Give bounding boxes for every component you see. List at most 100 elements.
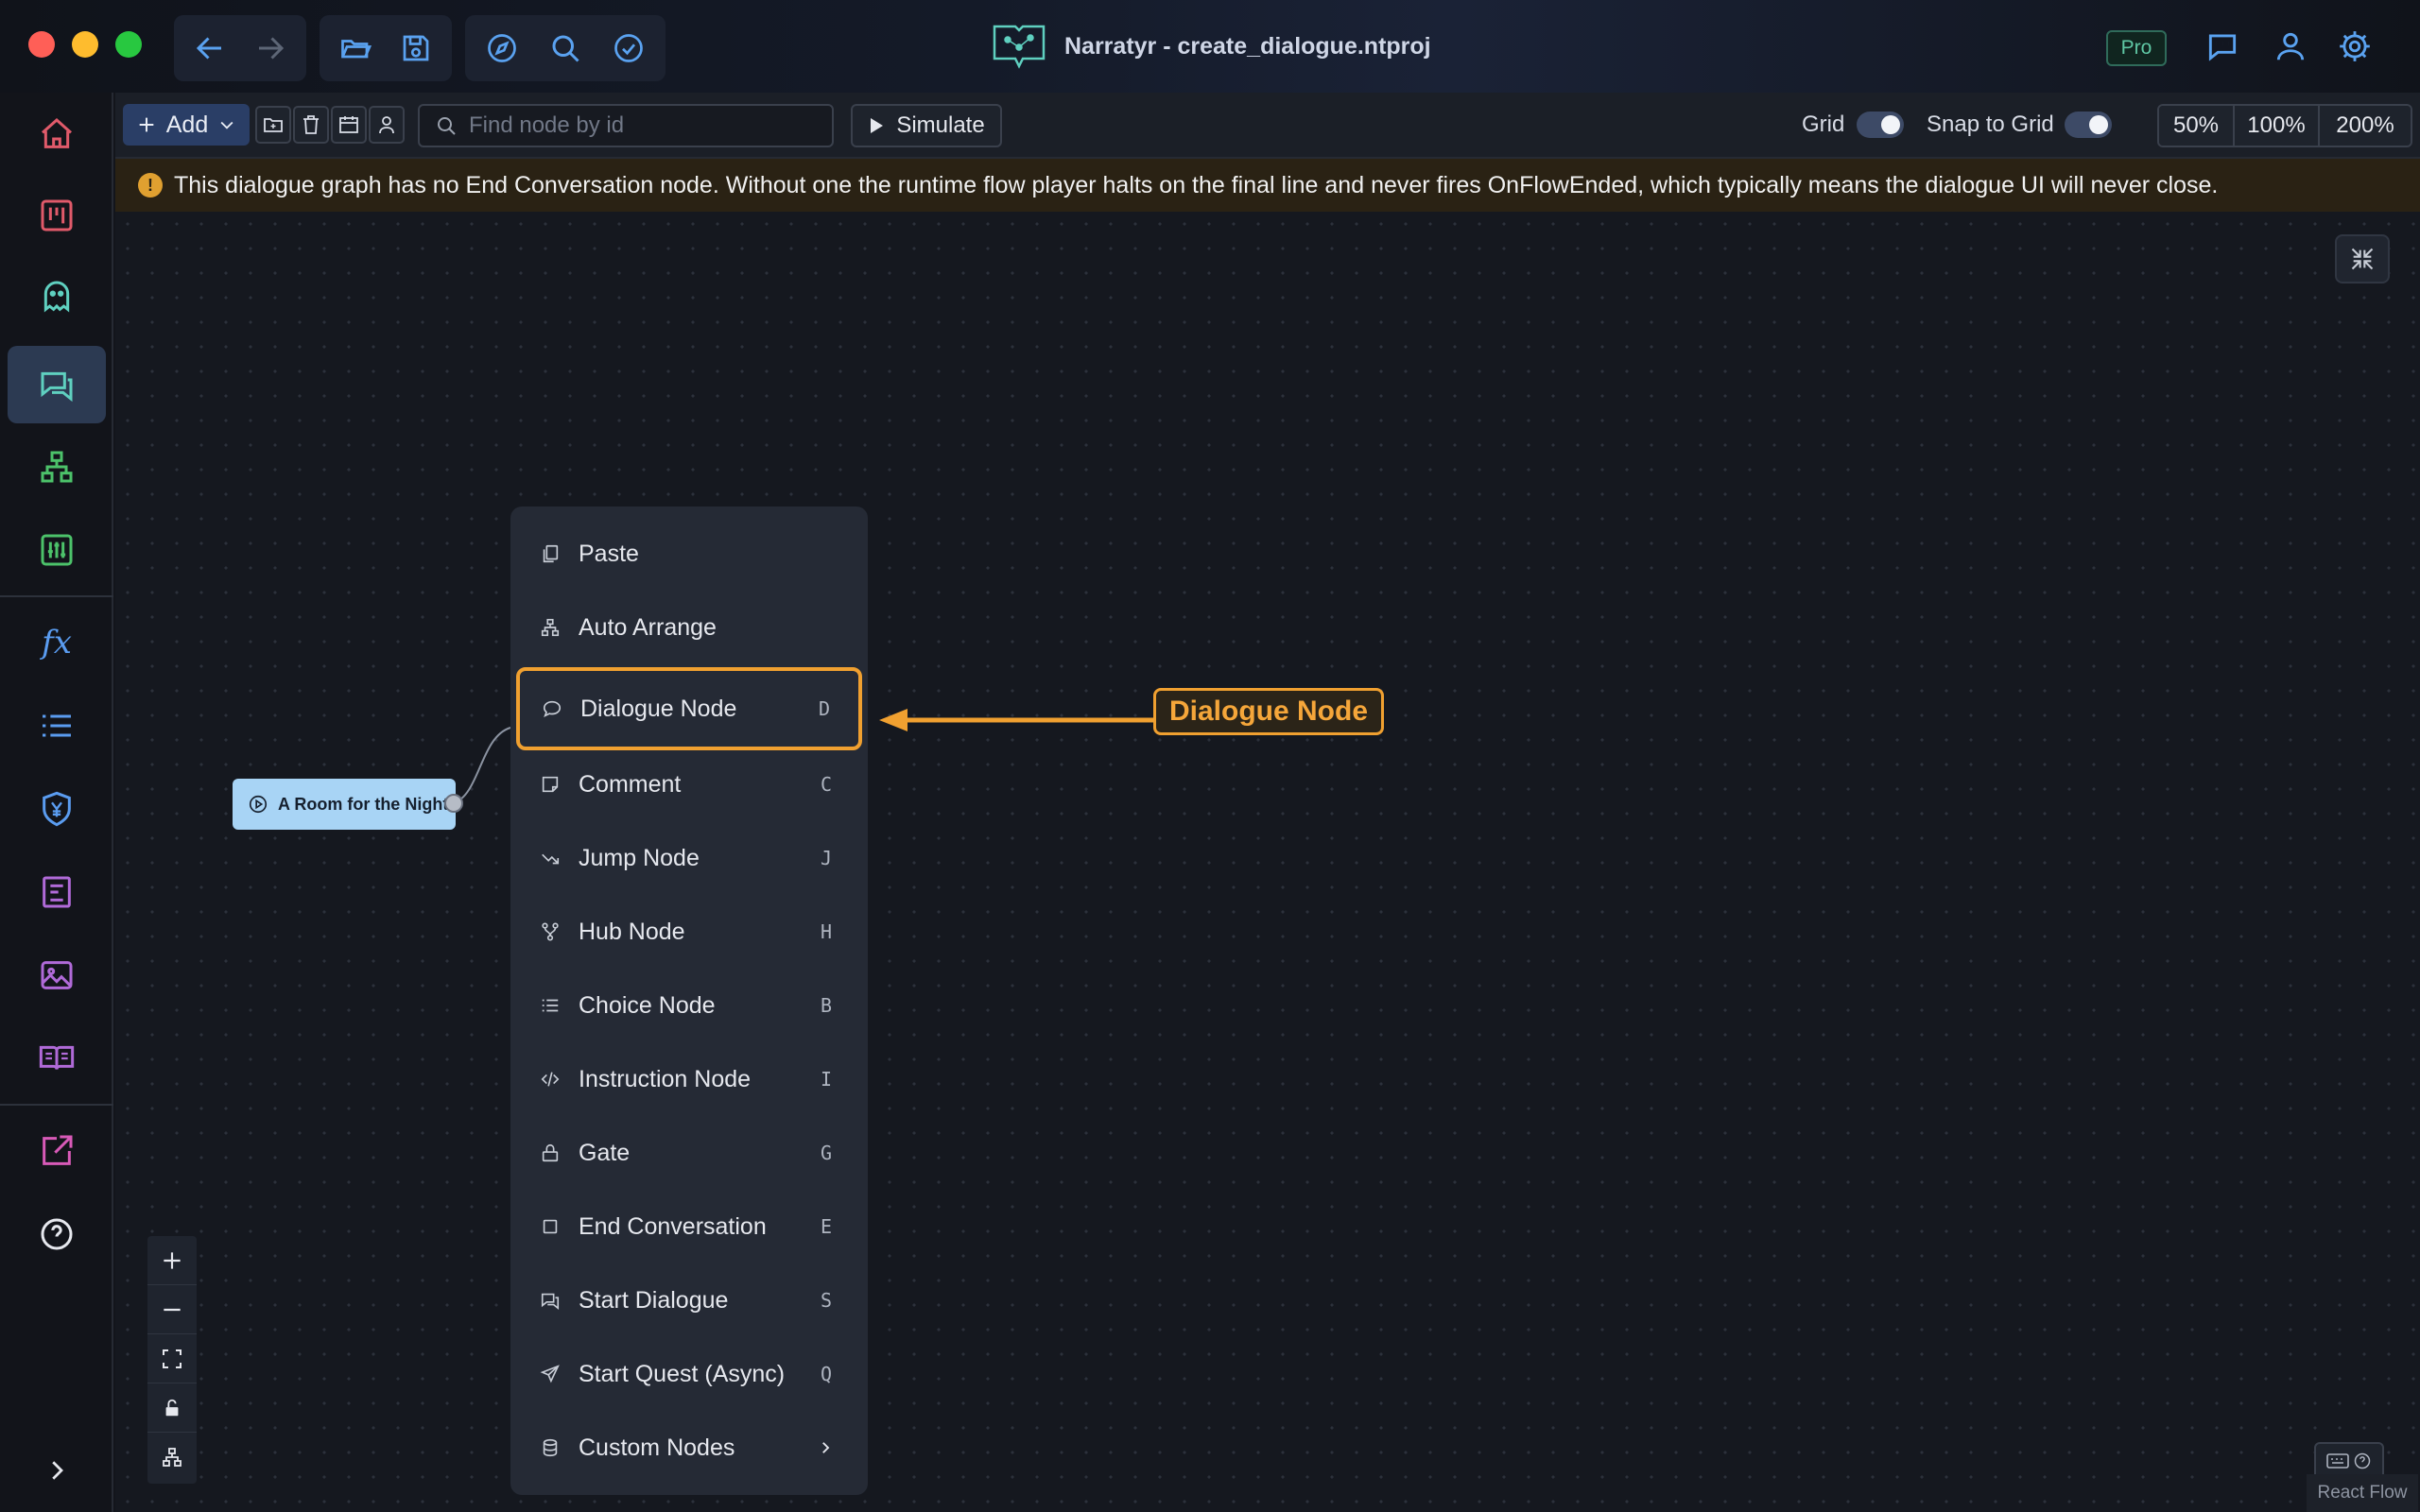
menu-item-start-quest[interactable]: Start Quest (Async) Q bbox=[518, 1340, 860, 1408]
rail-export[interactable] bbox=[8, 1113, 106, 1189]
menu-item-shortcut: B bbox=[820, 994, 832, 1017]
rail-docs[interactable] bbox=[8, 1021, 106, 1096]
menu-item-start-dialogue[interactable]: Start Dialogue S bbox=[518, 1266, 860, 1334]
speech-bubble-icon bbox=[541, 697, 563, 720]
app-title: Narratyr - create_dialogue.ntproj bbox=[991, 21, 1431, 72]
add-button[interactable]: Add bbox=[123, 104, 250, 146]
forward-button[interactable] bbox=[240, 15, 301, 81]
speaker-button[interactable] bbox=[369, 106, 405, 144]
react-flow-attribution[interactable]: React Flow bbox=[2307, 1474, 2418, 1512]
terminal-card-icon bbox=[38, 873, 76, 911]
hub-icon bbox=[539, 920, 562, 943]
menu-item-label: End Conversation bbox=[579, 1212, 767, 1240]
send-icon bbox=[539, 1363, 562, 1385]
settings-button[interactable] bbox=[2333, 25, 2377, 68]
menu-item-instruction-node[interactable]: Instruction Node I bbox=[518, 1045, 860, 1113]
warning-icon: ! bbox=[138, 173, 163, 198]
play-icon bbox=[868, 116, 885, 135]
menu-item-shortcut: J bbox=[820, 847, 832, 869]
open-button[interactable] bbox=[325, 15, 386, 81]
list-icon bbox=[38, 707, 76, 745]
menu-item-jump-node[interactable]: Jump Node J bbox=[518, 824, 860, 892]
menu-item-label: Custom Nodes bbox=[579, 1434, 735, 1461]
menu-item-comment[interactable]: Comment C bbox=[518, 750, 860, 818]
menu-item-choice-node[interactable]: Choice Node B bbox=[518, 971, 860, 1040]
node-search-field[interactable] bbox=[418, 104, 834, 147]
menu-item-label: Auto Arrange bbox=[579, 613, 717, 641]
menu-item-dialogue-node[interactable]: Dialogue Node D bbox=[516, 667, 862, 750]
calendar-button[interactable] bbox=[331, 106, 367, 144]
title-bar: Narratyr - create_dialogue.ntproj Pro bbox=[0, 0, 2420, 93]
person-icon bbox=[375, 113, 398, 136]
check-circle-icon bbox=[612, 31, 646, 65]
minimize-window-button[interactable] bbox=[72, 31, 98, 58]
callout-label: Dialogue Node bbox=[1153, 688, 1385, 735]
zoom-200-button[interactable]: 200% bbox=[2320, 106, 2411, 146]
snap-toggle[interactable] bbox=[2065, 112, 2112, 138]
exit-fullscreen-button[interactable] bbox=[2335, 234, 2390, 284]
zoom-window-button[interactable] bbox=[115, 31, 142, 58]
menu-item-shortcut: C bbox=[820, 773, 832, 796]
pro-badge[interactable]: Pro bbox=[2106, 30, 2167, 66]
editor-toolbar: Add Simulate Grid Snap to Grid 50% 100% … bbox=[115, 93, 2420, 159]
expand-icon bbox=[43, 1456, 71, 1485]
delete-button[interactable] bbox=[293, 106, 329, 144]
rail-terminal[interactable] bbox=[8, 854, 106, 930]
rail-economy[interactable] bbox=[8, 771, 106, 847]
arrange-icon bbox=[539, 616, 562, 639]
menu-item-auto-arrange[interactable]: Auto Arrange bbox=[518, 593, 860, 662]
menu-item-label: Gate bbox=[579, 1139, 631, 1166]
menu-item-custom-nodes[interactable]: Custom Nodes bbox=[518, 1414, 860, 1482]
simulate-button[interactable]: Simulate bbox=[851, 104, 1002, 147]
rail-images[interactable] bbox=[8, 937, 106, 1013]
fit-view-button[interactable] bbox=[147, 1334, 197, 1383]
open-folder-icon bbox=[338, 31, 372, 65]
layout-button[interactable] bbox=[147, 1433, 197, 1482]
rail-characters[interactable] bbox=[8, 259, 106, 335]
board-icon bbox=[38, 197, 76, 234]
fit-view-icon bbox=[161, 1348, 183, 1370]
lock-canvas-button[interactable] bbox=[147, 1383, 197, 1433]
list-icon bbox=[539, 994, 562, 1017]
search-button[interactable] bbox=[534, 15, 597, 81]
graph-canvas[interactable] bbox=[115, 212, 2420, 1512]
jump-arrow-icon bbox=[539, 847, 562, 869]
rail-expand[interactable] bbox=[8, 1433, 106, 1508]
zoom-in-button[interactable] bbox=[147, 1236, 197, 1285]
rail-dialogue[interactable] bbox=[8, 346, 106, 423]
rail-hierarchy[interactable] bbox=[8, 429, 106, 505]
rail-lists[interactable] bbox=[8, 688, 106, 764]
start-node[interactable]: A Room for the Night bbox=[233, 779, 456, 830]
navigate-button[interactable] bbox=[471, 15, 534, 81]
new-folder-button[interactable] bbox=[255, 106, 291, 144]
rail-board[interactable] bbox=[8, 178, 106, 253]
zoom-50-button[interactable]: 50% bbox=[2159, 106, 2235, 146]
node-output-handle[interactable] bbox=[444, 794, 463, 813]
validate-button[interactable] bbox=[596, 15, 660, 81]
warning-text: This dialogue graph has no End Conversat… bbox=[174, 171, 2219, 198]
menu-item-paste[interactable]: Paste bbox=[518, 520, 860, 588]
zoom-out-button[interactable] bbox=[147, 1285, 197, 1334]
close-window-button[interactable] bbox=[28, 31, 55, 58]
rail-variables[interactable] bbox=[8, 512, 106, 588]
zoom-100-button[interactable]: 100% bbox=[2235, 106, 2320, 146]
back-button[interactable] bbox=[180, 15, 240, 81]
menu-item-gate[interactable]: Gate G bbox=[518, 1119, 860, 1187]
feedback-button[interactable] bbox=[2201, 25, 2244, 68]
rail-functions[interactable]: fx bbox=[8, 605, 106, 680]
menu-item-label: Choice Node bbox=[579, 991, 716, 1019]
rail-help[interactable] bbox=[8, 1196, 106, 1272]
app-logo-icon bbox=[991, 21, 1047, 72]
menu-item-label: Hub Node bbox=[579, 918, 685, 945]
menu-item-end-conversation[interactable]: End Conversation E bbox=[518, 1193, 860, 1261]
node-search-input[interactable] bbox=[469, 112, 828, 139]
rail-home[interactable] bbox=[8, 96, 106, 172]
menu-item-hub-node[interactable]: Hub Node H bbox=[518, 898, 860, 966]
hierarchy-icon bbox=[38, 448, 76, 486]
export-icon bbox=[38, 1132, 76, 1170]
lock-icon bbox=[539, 1142, 562, 1164]
account-button[interactable] bbox=[2269, 25, 2312, 68]
save-button[interactable] bbox=[386, 15, 446, 81]
grid-toggle[interactable] bbox=[1857, 112, 1904, 138]
add-label: Add bbox=[165, 111, 209, 138]
